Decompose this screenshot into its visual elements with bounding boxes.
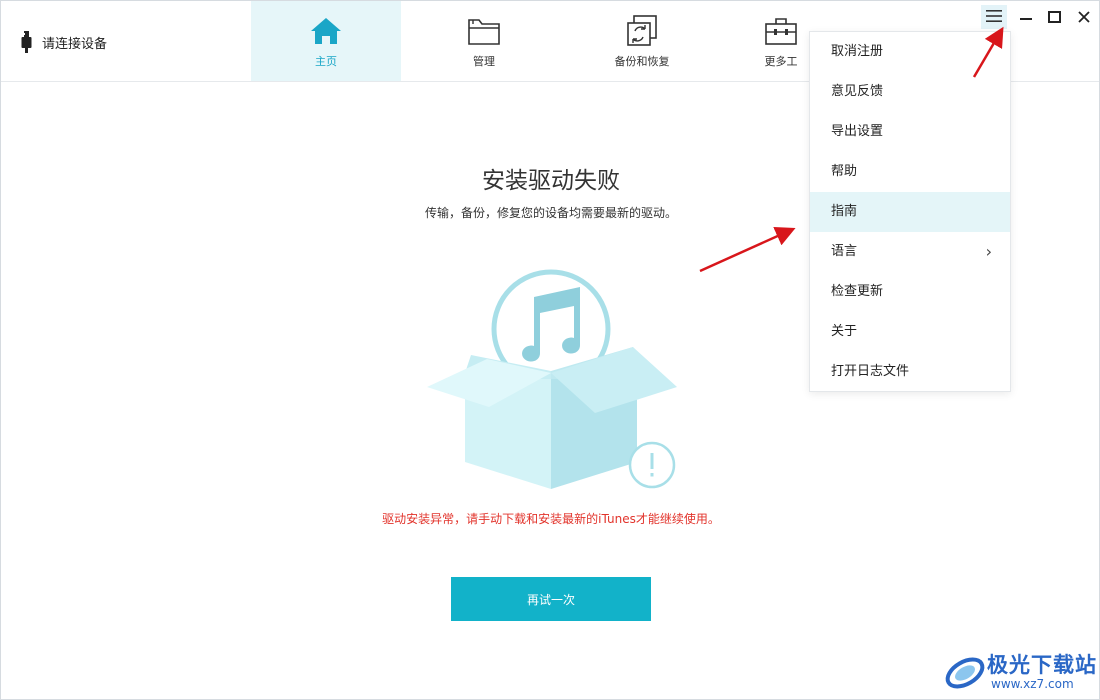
annotation-arrow-menu	[972, 26, 1004, 78]
annotation-arrow-guide	[699, 227, 796, 273]
watermark-logo-icon	[945, 657, 985, 689]
app-window: 请连接设备 主页 管理 备份和恢复 更多工 安装驱动失败 传输，备份，修复您的设…	[0, 0, 1100, 700]
annotation-arrows	[699, 26, 1004, 273]
watermark-name: 极光下载站	[987, 653, 1097, 677]
watermark-url: www.xz7.com	[991, 677, 1074, 691]
watermark: 极光下载站 www.xz7.com	[941, 647, 1097, 697]
